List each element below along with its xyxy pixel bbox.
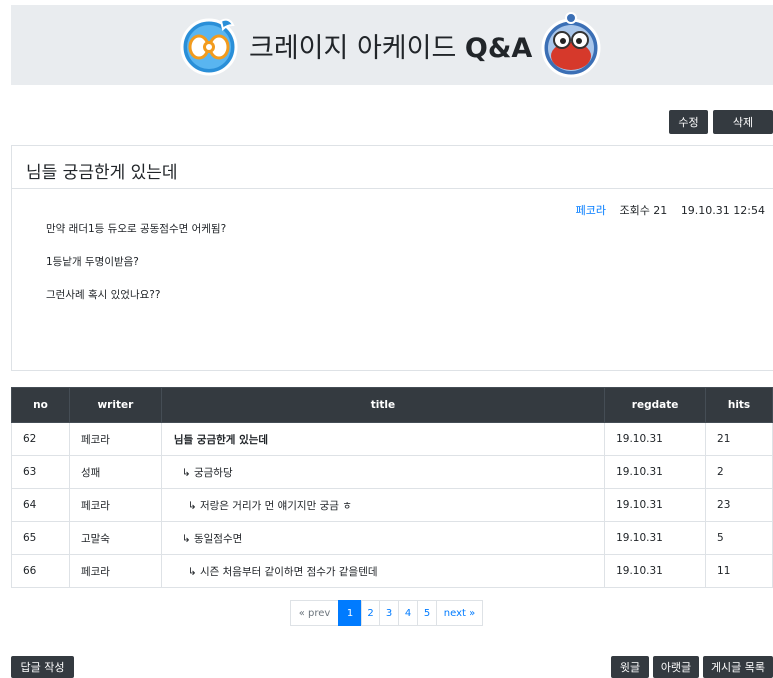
- bazzi-logo-icon: [180, 18, 238, 76]
- post-list-button[interactable]: 게시글 목록: [703, 656, 773, 678]
- post-body-line: 만약 래더1등 듀오로 공동점수면 어케됨?: [46, 223, 227, 235]
- column-header-no: no: [11, 387, 70, 423]
- column-header-title: title: [160, 387, 606, 423]
- banner-content: 크레이지 아케이드 Q&A: [177, 12, 606, 78]
- column-header-regdate: regdate: [604, 387, 707, 423]
- row-no: 62: [11, 422, 70, 456]
- delete-button[interactable]: 삭제: [713, 110, 773, 134]
- pagination-next[interactable]: next »: [436, 600, 483, 626]
- row-writer: 페코라: [68, 554, 162, 588]
- row-hits: 23: [705, 488, 773, 522]
- banner-title-text: 크레이지 아케이드: [249, 32, 457, 64]
- row-title-link[interactable]: ↳ 시즌 처음부터 같이하면 점수가 같을텐데: [160, 554, 606, 588]
- row-title-link[interactable]: ↳ 궁금하당: [160, 455, 606, 489]
- table-row[interactable]: 64 페코라 ↳ 저랑은 거리가 먼 얘기지만 궁금 ㅎ 19.10.31 23: [11, 488, 773, 522]
- post-divider: [12, 188, 773, 189]
- row-title-link[interactable]: ↳ 동일점수면: [160, 521, 606, 555]
- row-no: 65: [11, 521, 70, 555]
- thread-table: no writer title regdate hits 62 페코라 님들 궁…: [11, 387, 773, 588]
- post-title: 님들 궁금한게 있는데: [26, 163, 178, 183]
- row-no: 63: [11, 455, 70, 489]
- post-datetime: 19.10.31 12:54: [680, 204, 765, 217]
- post-body-line: 그런사례 혹시 있었나요??: [46, 289, 161, 301]
- pagination-page-4[interactable]: 4: [398, 600, 418, 626]
- table-row[interactable]: 63 성패 ↳ 궁금하당 19.10.31 2: [11, 455, 773, 489]
- table-row[interactable]: 66 페코라 ↳ 시즌 처음부터 같이하면 점수가 같을텐데 19.10.31 …: [11, 554, 773, 588]
- pagination-prev[interactable]: « prev: [290, 600, 339, 626]
- header-banner: 크레이지 아케이드 Q&A: [11, 5, 773, 85]
- column-header-hits: hits: [705, 387, 773, 423]
- row-regdate: 19.10.31: [604, 554, 707, 588]
- pagination-page-3[interactable]: 3: [379, 600, 399, 626]
- pagination-page-5[interactable]: 5: [417, 600, 437, 626]
- table-header-row: no writer title regdate hits: [11, 387, 773, 423]
- row-regdate: 19.10.31: [604, 488, 707, 522]
- table-row[interactable]: 65 고말숙 ↳ 동일점수면 19.10.31 5: [11, 521, 773, 555]
- banner-title-suffix: Q&A: [464, 32, 533, 64]
- table-row[interactable]: 62 페코라 님들 궁금한게 있는데 19.10.31 21: [11, 422, 773, 456]
- pagination-page-2[interactable]: 2: [361, 600, 380, 626]
- banner-title: 크레이지 아케이드 Q&A: [249, 26, 532, 65]
- row-hits: 2: [705, 455, 773, 489]
- row-regdate: 19.10.31: [604, 455, 707, 489]
- row-no: 64: [11, 488, 70, 522]
- row-hits: 21: [705, 422, 773, 456]
- next-post-button[interactable]: 아랫글: [653, 656, 699, 678]
- reply-button[interactable]: 답글 작성: [11, 656, 74, 678]
- row-hits: 11: [705, 554, 773, 588]
- post-author-link[interactable]: 페코라: [576, 204, 606, 217]
- pagination-page-1[interactable]: 1: [338, 600, 362, 626]
- post-views: 조회수 21: [619, 204, 668, 217]
- row-hits: 5: [705, 521, 773, 555]
- row-title-link[interactable]: ↳ 저랑은 거리가 먼 얘기지만 궁금 ㅎ: [160, 488, 606, 522]
- row-regdate: 19.10.31: [604, 422, 707, 456]
- row-writer: 고말숙: [68, 521, 162, 555]
- post-meta: 페코라 조회수 21 19.10.31 12:54: [576, 202, 765, 218]
- edit-button[interactable]: 수정: [669, 110, 708, 134]
- post-card: 님들 궁금한게 있는데 페코라 조회수 21 19.10.31 12:54 만약…: [11, 145, 773, 371]
- row-writer: 성패: [68, 455, 162, 489]
- row-writer: 페코라: [68, 422, 162, 456]
- row-regdate: 19.10.31: [604, 521, 707, 555]
- column-header-writer: writer: [68, 387, 162, 423]
- pagination: « prev 1 2 3 4 5 next »: [290, 600, 483, 626]
- row-no: 66: [11, 554, 70, 588]
- dao-character-icon: [541, 12, 601, 78]
- post-body: 만약 래더1등 듀오로 공동점수면 어케됨? 1등낱개 두명이받음? 그런사례 …: [46, 222, 226, 321]
- post-body-line: 1등낱개 두명이받음?: [46, 256, 139, 268]
- row-writer: 페코라: [68, 488, 162, 522]
- previous-post-button[interactable]: 윗글: [611, 656, 649, 678]
- row-title-link[interactable]: 님들 궁금한게 있는데: [160, 422, 606, 456]
